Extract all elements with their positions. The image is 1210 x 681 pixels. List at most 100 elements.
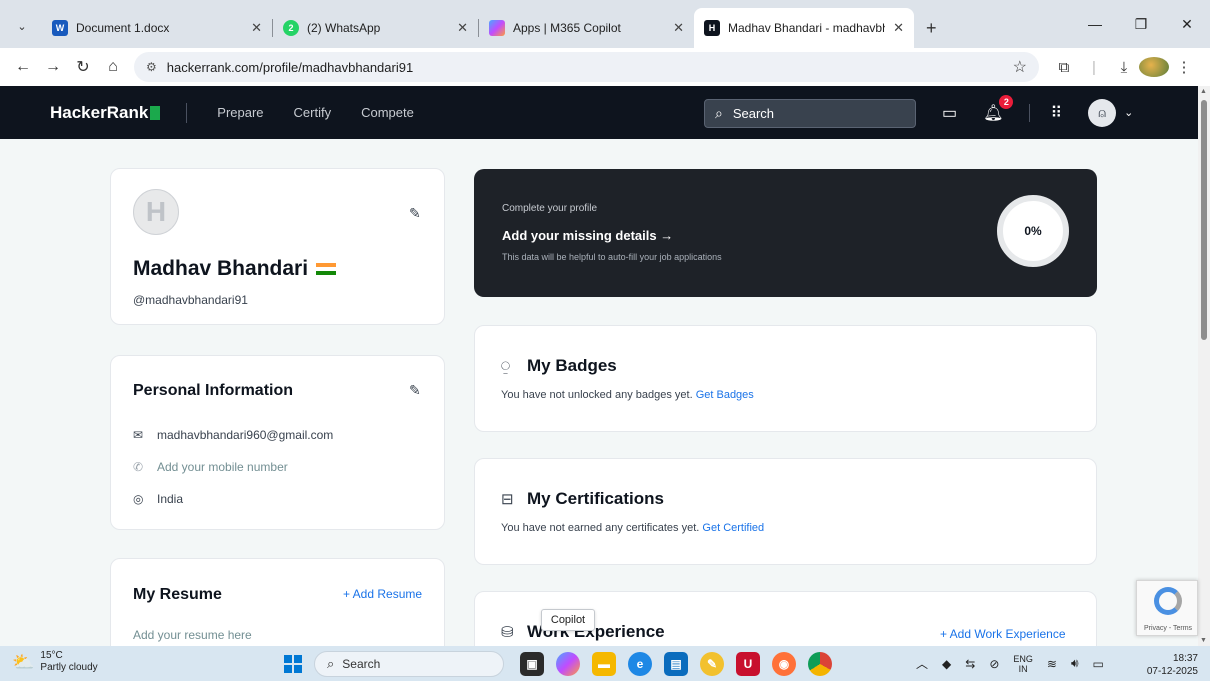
defender-icon[interactable]: ◆ (942, 657, 951, 671)
search-icon: ⌕ (327, 656, 335, 671)
nav-certify[interactable]: Certify (294, 105, 332, 120)
apps-grid-icon[interactable]: ⠿ (1050, 103, 1062, 123)
copilot-icon[interactable] (556, 652, 580, 676)
scroll-down-icon[interactable]: ▼ (1200, 637, 1207, 644)
user-avatar-icon[interactable]: ⍝ (1088, 98, 1117, 127)
restore-icon[interactable]: ❐ (1118, 0, 1164, 48)
forward-icon[interactable]: → (38, 52, 68, 82)
chrome-icon[interactable] (808, 652, 832, 676)
get-certified-link[interactable]: Get Certified (702, 522, 764, 534)
system-tray: ︿ ◆ ⇆ ⊘ ENG IN ≋ 🔊︎ ▭ (916, 646, 1118, 681)
download-icon[interactable]: ⤓ (1109, 59, 1139, 76)
file-explorer-icon[interactable]: ▬ (592, 652, 616, 676)
recaptcha-icon (1154, 587, 1182, 615)
bookmark-star-icon[interactable]: ☆ (1013, 57, 1027, 77)
scroll-up-icon[interactable]: ▲ (1200, 88, 1207, 95)
browser-toolbar: ← → ↻ ⌂ ⚙ hackerrank.com/profile/madhavb… (0, 48, 1210, 86)
region-code: IN (1018, 663, 1028, 674)
url-text[interactable]: hackerrank.com/profile/madhavbhandari91 (167, 60, 1013, 75)
search-input[interactable]: ⌕ Search (704, 99, 916, 128)
site-info-icon[interactable]: ⚙ (146, 60, 157, 74)
recaptcha-badge[interactable]: Privacy - Terms (1136, 580, 1198, 636)
mute-icon[interactable]: ⊘ (989, 657, 999, 671)
navbar-actions: ▭ 🔔︎ 2 ⠿ ⍝ ⌄ (942, 86, 1133, 139)
mcafee-icon[interactable]: U (736, 652, 760, 676)
new-tab-icon[interactable]: + (926, 18, 937, 39)
close-icon[interactable]: ✕ (251, 20, 262, 36)
search-icon: ⌕ (715, 105, 723, 121)
language-indicator[interactable]: ENG IN (1013, 654, 1033, 674)
whatsapp-badge: 2 (288, 23, 294, 33)
recaptcha-links[interactable]: Privacy - Terms (1137, 625, 1199, 632)
task-view-icon[interactable]: ▣ (520, 652, 544, 676)
location-icon: ◎ (133, 492, 144, 506)
phone-link-icon[interactable]: ⇆ (965, 657, 975, 671)
get-badges-link[interactable]: Get Badges (696, 389, 754, 401)
complete-profile-label: Complete your profile (502, 203, 598, 214)
add-work-experience-link[interactable]: + Add Work Experience (940, 627, 1066, 641)
complete-profile-banner[interactable]: Complete your profile Add your missing d… (474, 169, 1097, 297)
certifications-title: ⊟ My Certifications (501, 489, 664, 509)
chat-icon[interactable]: ▭ (942, 103, 957, 123)
home-icon[interactable]: ⌂ (98, 52, 128, 82)
nav-compete[interactable]: Compete (361, 105, 414, 120)
store-icon[interactable]: ▤ (664, 652, 688, 676)
whatsapp-icon: 2 (283, 20, 299, 36)
close-window-icon[interactable]: ✕ (1164, 0, 1210, 48)
add-missing-details-link[interactable]: Add your missing details → (502, 228, 673, 243)
clock-date: 07-12-2025 (1146, 666, 1198, 677)
weather-widget[interactable]: ⛅ 15°C Partly cloudy (12, 650, 98, 674)
hackerrank-navbar: HackerRank Prepare Certify Compete ⌕ Sea… (0, 86, 1198, 139)
profile-card: H ✎ Madhav Bhandari @madhavbhandari91 (110, 168, 445, 325)
back-icon[interactable]: ← (8, 52, 38, 82)
notification-badge: 2 (999, 94, 1014, 109)
windows-start-icon[interactable] (284, 655, 302, 673)
more-menu-icon[interactable]: ⋮ (1169, 58, 1199, 76)
hackerrank-icon: H (704, 20, 720, 36)
hackerrank-logo[interactable]: HackerRank (50, 102, 161, 123)
taskbar-search[interactable]: ⌕ Search (314, 651, 504, 677)
phone-icon: ✆ (133, 460, 144, 474)
phone-placeholder[interactable]: Add your mobile number (157, 460, 288, 474)
badge-icon: ⍜ (501, 357, 511, 375)
tab-whatsapp[interactable]: 2 (2) WhatsApp ✕ (273, 8, 478, 48)
volume-icon[interactable]: 🔊︎ (1071, 656, 1079, 671)
firefox-icon[interactable]: ◉ (772, 652, 796, 676)
battery-icon[interactable]: ▭ (1093, 657, 1104, 671)
badges-description: You have not unlocked any badges yet. Ge… (501, 389, 754, 401)
country-text: India (157, 492, 184, 506)
email-text: madhavbhandari960@gmail.com (157, 428, 334, 442)
close-icon[interactable]: ✕ (673, 20, 684, 36)
close-icon[interactable]: ✕ (893, 20, 904, 36)
minimize-icon[interactable]: — (1072, 0, 1118, 48)
paint-icon[interactable]: ✎ (700, 652, 724, 676)
chevron-down-icon[interactable]: ⌄ (1124, 106, 1133, 119)
notification-bell-icon[interactable]: 🔔︎ 2 (983, 94, 1014, 123)
tab-hackerrank[interactable]: H Madhav Bhandari - madhavbha ✕ (694, 8, 914, 48)
tab-title: Document 1.docx (76, 21, 170, 35)
reload-icon[interactable]: ↻ (68, 52, 98, 82)
edge-icon[interactable]: e (628, 652, 652, 676)
add-resume-link[interactable]: + Add Resume (343, 587, 422, 601)
tab-search-chevron-icon[interactable]: ⌄ (8, 12, 36, 40)
profile-completion-ring: 0% (997, 195, 1069, 267)
tab-copilot[interactable]: Apps | M365 Copilot ✕ (479, 8, 694, 48)
clock[interactable]: 18:37 07-12-2025 (1147, 652, 1198, 678)
profile-avatar[interactable] (1139, 57, 1169, 77)
complete-profile-description: This data will be helpful to auto-fill y… (502, 252, 722, 262)
phone-row[interactable]: ✆ Add your mobile number (133, 460, 288, 474)
edit-info-icon[interactable]: ✎ (409, 382, 421, 399)
scrollbar-thumb[interactable] (1201, 100, 1207, 340)
logo-text: HackerRank (50, 102, 149, 122)
close-icon[interactable]: ✕ (457, 20, 468, 36)
badges-title: ⍜ My Badges (501, 356, 617, 376)
language-code: ENG (1013, 653, 1033, 664)
tab-document[interactable]: W Document 1.docx ✕ (42, 8, 272, 48)
show-hidden-icons-icon[interactable]: ︿ (916, 655, 928, 672)
page-scrollbar[interactable]: ▲ ▼ (1198, 86, 1210, 646)
wifi-icon[interactable]: ≋ (1047, 657, 1057, 671)
edit-profile-icon[interactable]: ✎ (409, 205, 421, 222)
nav-prepare[interactable]: Prepare (217, 105, 263, 120)
address-bar[interactable]: ⚙ hackerrank.com/profile/madhavbhandari9… (134, 52, 1039, 82)
extensions-icon[interactable]: ⧉ (1049, 59, 1079, 76)
